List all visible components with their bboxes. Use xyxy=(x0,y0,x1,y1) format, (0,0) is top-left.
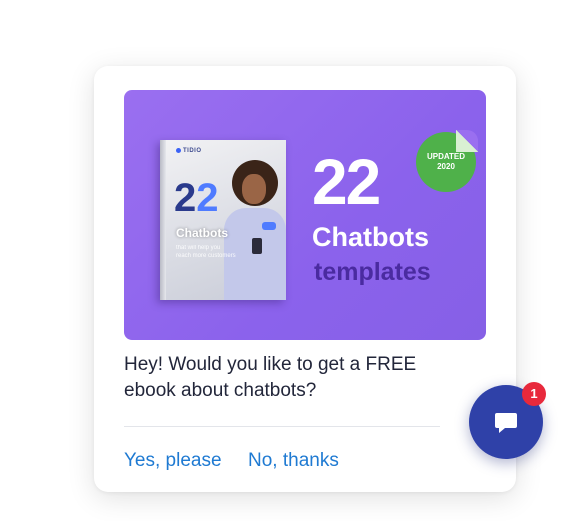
ebook-number-accent: 2 xyxy=(196,176,219,220)
headline-subtitle: templates xyxy=(314,258,431,286)
ebook-brand-label: TIDIO xyxy=(183,148,202,154)
ebook-subtitle: that will help you reach more customers xyxy=(176,245,236,259)
sticker-label-year: 2020 xyxy=(437,162,455,171)
ebook-number: 22 xyxy=(174,178,219,218)
mini-chat-bubble-icon xyxy=(262,222,276,230)
ebook-title: Chatbots xyxy=(176,226,228,240)
headline-number: 22 xyxy=(312,146,381,218)
woman-illustration xyxy=(222,160,286,300)
chat-bubble-icon xyxy=(495,413,517,433)
promo-banner-image: TIDIO 22 Chatbots that will help you rea… xyxy=(124,90,486,340)
updated-sticker: UPDATED 2020 xyxy=(416,130,478,192)
brand-logo-icon xyxy=(176,148,181,153)
ebook-cover-image: TIDIO 22 Chatbots that will help you rea… xyxy=(160,140,286,300)
sticker-curl xyxy=(456,130,478,152)
ebook-spine xyxy=(160,140,166,300)
phone-icon xyxy=(252,238,262,254)
unread-count-badge: 1 xyxy=(522,382,546,406)
accept-button[interactable]: Yes, please xyxy=(124,450,222,472)
decline-button[interactable]: No, thanks xyxy=(248,450,339,472)
popup-message: Hey! Would you like to get a FREE ebook … xyxy=(124,354,417,401)
divider xyxy=(124,426,440,427)
page: TIDIO 22 Chatbots that will help you rea… xyxy=(0,0,572,521)
ebook-popup: TIDIO 22 Chatbots that will help you rea… xyxy=(94,66,516,492)
ebook-number-main: 2 xyxy=(174,176,197,220)
headline-title: Chatbots xyxy=(312,222,429,252)
sticker-label-updated: UPDATED xyxy=(426,152,466,161)
ebook-brand: TIDIO xyxy=(176,148,202,154)
woman-face xyxy=(242,174,266,204)
